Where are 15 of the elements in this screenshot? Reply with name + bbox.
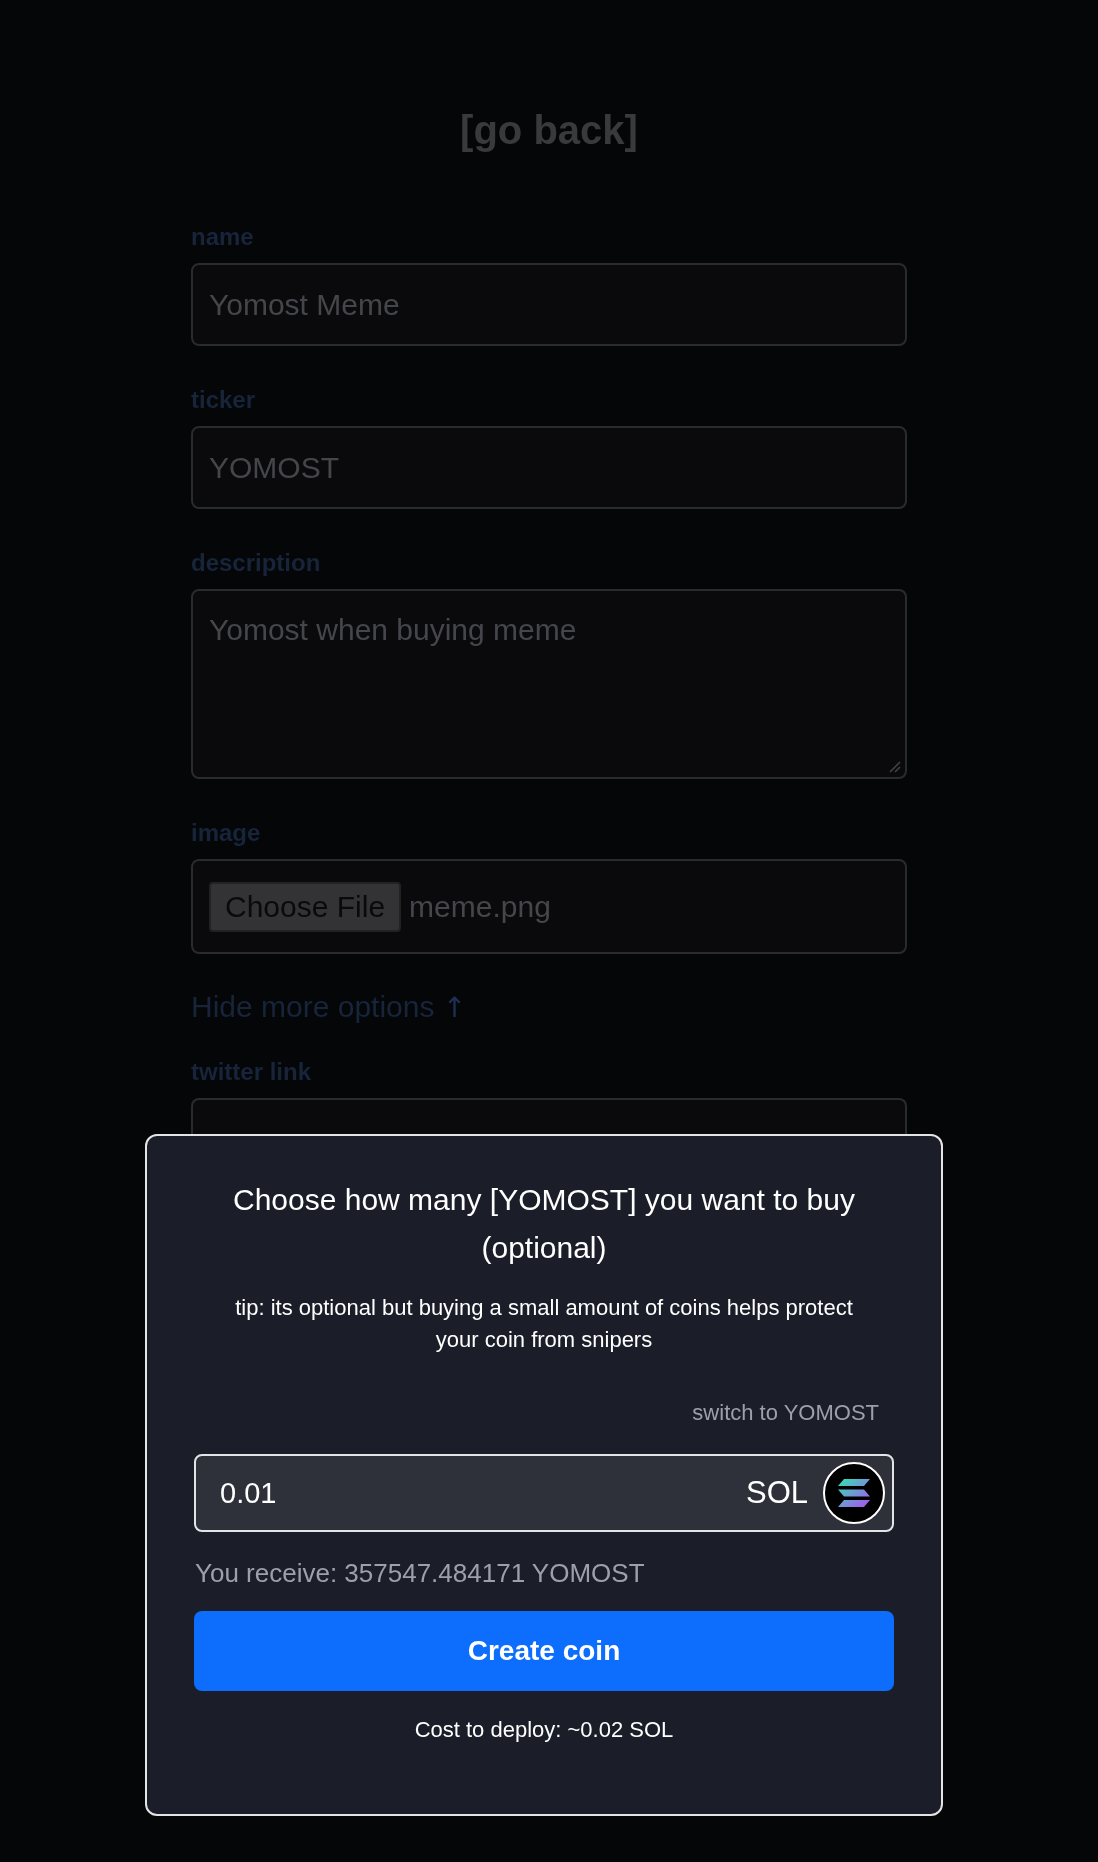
text-input[interactable]: YOMOST [191,426,907,509]
textarea-field[interactable]: Yomost when buying meme [191,589,907,779]
tip-text: tip: its optional but buying a small amount of coins helps protect your coin from snipers [234,1294,854,1354]
receive-text: You receive: 357547.484171 YOMOST [195,1558,645,1589]
amount-input[interactable]: 0.01 SOL [194,1454,894,1532]
amount-value: 0.01 [220,1476,278,1510]
switch-currency-link[interactable]: switch to YOMOST [692,1400,879,1426]
create-coin-button[interactable]: Create coin [194,1611,894,1691]
currency-label: SOL [745,1475,808,1511]
resize-grip-icon[interactable] [887,759,901,773]
text-input[interactable]: Yomost Meme [191,263,907,346]
coin-icon [822,1461,886,1525]
cost-text: Cost to deploy: ~0.02 SOL [414,1717,674,1743]
dialog-title: Choose how many [YOMOST] you want to buy (optional) [232,1182,856,1266]
file-name: meme.png [409,889,551,924]
